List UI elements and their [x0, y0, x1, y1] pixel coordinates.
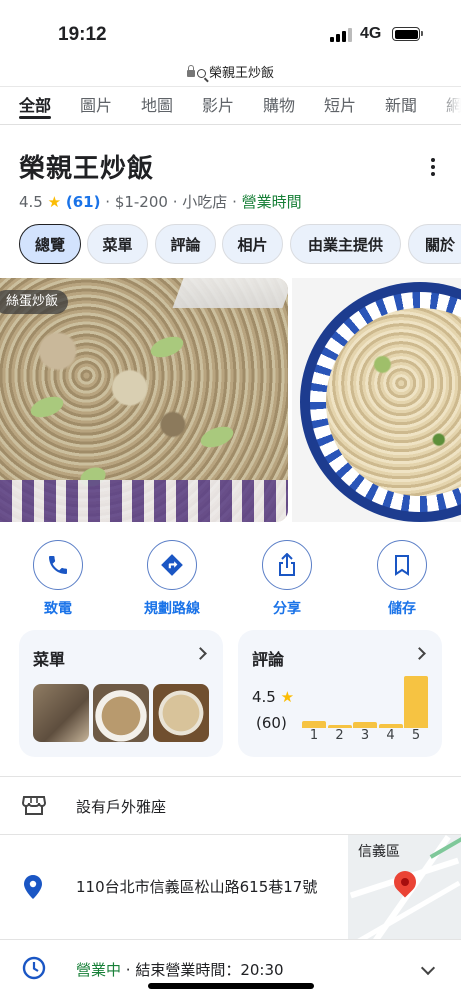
separator: ·	[105, 193, 111, 211]
chip-reviews[interactable]: 評論	[155, 224, 216, 264]
rating-value: 4.5	[19, 193, 43, 211]
signal-icon	[330, 28, 352, 42]
price-range: $1-200	[114, 193, 168, 211]
hours-link[interactable]: 營業時間	[242, 193, 302, 211]
save-label: 儲存	[388, 601, 416, 617]
rating-bar-5	[404, 676, 428, 728]
reviews-rating: 4.5 ★	[252, 688, 294, 706]
bookmark-icon	[377, 540, 427, 590]
home-indicator	[148, 983, 314, 989]
place-category: 小吃店	[182, 193, 228, 211]
call-label: 致電	[44, 601, 72, 617]
closing-time: · 結束營業時間：20:30	[125, 961, 284, 979]
call-button[interactable]: 致電	[18, 540, 98, 618]
chip-owner-provided[interactable]: 由業主提供	[290, 224, 401, 264]
share-label: 分享	[273, 601, 301, 617]
url-text: 榮親王炒飯	[208, 66, 274, 81]
tab-videos[interactable]: 影片	[202, 92, 234, 116]
tab-images[interactable]: 圖片	[80, 92, 112, 116]
storefront-icon	[21, 794, 47, 820]
tab-all[interactable]: 全部	[19, 92, 52, 119]
search-icon	[196, 69, 206, 78]
clock-icon	[22, 956, 46, 984]
rating-value: 4.5	[252, 688, 276, 706]
chip-overview[interactable]: 總覽	[19, 224, 81, 264]
reviews-card-title: 評論	[252, 650, 285, 669]
place-meta: 4.5 ★ (61) · $1-200 · 小吃店 · 營業時間	[19, 191, 302, 212]
separator: ·	[232, 193, 237, 211]
directions-button[interactable]: 規劃路線	[132, 540, 212, 618]
rating-distribution	[302, 670, 432, 728]
search-tabs: 全部 圖片 地圖 影片 購物 短片 新聞 網	[0, 92, 461, 122]
open-status: 營業中	[76, 961, 122, 979]
divider	[0, 86, 461, 87]
reviews-count: (60)	[256, 714, 287, 732]
rating-bar-label: 2	[335, 728, 344, 743]
menu-card-title: 菜單	[33, 650, 66, 669]
tab-shopping[interactable]: 購物	[263, 92, 295, 116]
review-count-link[interactable]: (61)	[66, 193, 101, 211]
save-button[interactable]: 儲存	[362, 540, 442, 618]
chip-menu[interactable]: 菜單	[87, 224, 148, 264]
chip-about[interactable]: 關於	[408, 224, 461, 264]
network-label: 4G	[360, 25, 382, 42]
rating-bar-label: 3	[360, 728, 370, 743]
rating-bar-label: 4	[386, 728, 395, 743]
location-pin-icon	[24, 875, 42, 903]
share-button[interactable]: 分享	[247, 540, 327, 618]
tab-news[interactable]: 新聞	[385, 92, 417, 116]
food-photo-1[interactable]: 絲蛋炒飯	[0, 278, 288, 522]
outdoor-seating-text: 設有戶外雅座	[76, 798, 167, 816]
address-text: 110台北市信義區松山路615巷17號	[76, 878, 318, 896]
map-thumbnail[interactable]: 信義區	[348, 835, 461, 939]
outdoor-seating-row: 設有戶外雅座	[0, 777, 461, 834]
tab-shorts[interactable]: 短片	[324, 92, 356, 116]
map-area-label: 信義區	[358, 844, 400, 860]
directions-label: 規劃路線	[144, 601, 200, 617]
menu-thumbnail[interactable]	[33, 684, 89, 742]
photo-caption: 絲蛋炒飯	[0, 290, 69, 314]
star-icon: ★	[280, 688, 295, 706]
menu-thumbnail[interactable]	[93, 684, 149, 742]
food-photo-2[interactable]	[292, 278, 461, 522]
phone-icon	[33, 540, 83, 590]
rating-bar-label: 5	[411, 728, 421, 743]
menu-card[interactable]: 菜單	[19, 630, 223, 757]
chevron-right-icon	[194, 647, 207, 660]
more-options-icon[interactable]	[426, 158, 440, 176]
status-time: 19:12	[58, 24, 107, 45]
tabs-fade	[439, 92, 461, 122]
star-icon: ★	[47, 193, 62, 211]
divider	[0, 124, 461, 125]
status-bar: 19:12 4G	[0, 0, 461, 62]
chip-photos[interactable]: 相片	[222, 224, 283, 264]
url-bar[interactable]: 榮親王炒飯	[0, 62, 461, 84]
lock-icon	[186, 65, 195, 77]
menu-thumbnail[interactable]	[153, 684, 209, 742]
reviews-card[interactable]: 評論 4.5 ★ (60) 1 2 3 4 5	[238, 630, 442, 757]
tab-maps[interactable]: 地圖	[141, 92, 173, 116]
place-title: 榮親王炒飯	[19, 154, 155, 184]
rating-bar-1	[302, 721, 326, 728]
directions-icon	[147, 540, 197, 590]
chevron-right-icon	[413, 647, 426, 660]
separator: ·	[172, 193, 178, 211]
share-icon	[262, 540, 312, 590]
battery-icon	[392, 27, 423, 41]
rating-bar-label: 1	[309, 728, 319, 743]
